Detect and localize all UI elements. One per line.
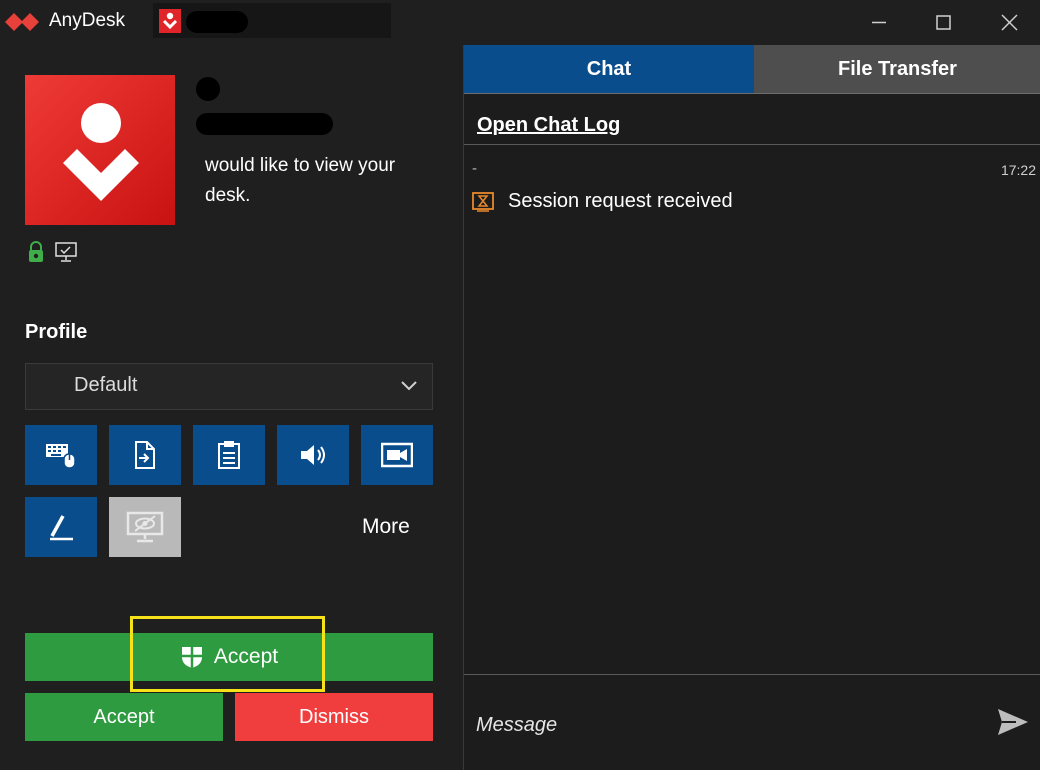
send-icon[interactable] xyxy=(996,705,1030,739)
file-transfer-icon xyxy=(135,441,155,469)
session-name-redacted xyxy=(186,11,248,33)
close-button[interactable] xyxy=(986,0,1032,45)
minimize-button[interactable] xyxy=(856,0,902,45)
anydesk-window: AnyDesk would like to view your desk. Pr… xyxy=(0,0,1040,770)
profile-label: Profile xyxy=(25,321,88,343)
profile-selected-value: Default xyxy=(74,374,138,396)
highlight-annotation xyxy=(130,616,325,692)
permission-record-button[interactable] xyxy=(361,425,433,485)
dismiss-button[interactable]: Dismiss xyxy=(235,693,433,741)
permission-audio-button[interactable] xyxy=(277,425,349,485)
tab-file-transfer[interactable]: File Transfer xyxy=(754,45,1040,93)
record-icon xyxy=(381,442,413,468)
message-text: Session request received xyxy=(508,190,733,212)
user-name-redacted xyxy=(196,77,220,101)
avatar xyxy=(25,75,175,225)
permission-keyboard-mouse-button[interactable] xyxy=(25,425,97,485)
chat-panel: Chat File Transfer Open Chat Log - 17:22… xyxy=(463,45,1040,770)
profile-dropdown[interactable]: Default xyxy=(25,363,433,410)
monitor-icon xyxy=(55,242,77,262)
more-permissions-button[interactable]: More xyxy=(362,515,410,539)
anydesk-logo-icon xyxy=(5,13,39,31)
compose-divider xyxy=(464,674,1040,675)
close-icon xyxy=(1001,14,1018,31)
request-message: would like to view your desk. xyxy=(205,155,396,206)
keyboard-mouse-icon xyxy=(46,444,76,469)
accept-button[interactable]: Accept xyxy=(25,693,223,741)
tab-chat[interactable]: Chat xyxy=(464,45,754,93)
app-title: AnyDesk xyxy=(49,10,126,31)
permission-clipboard-button[interactable] xyxy=(193,425,265,485)
title-bar: AnyDesk xyxy=(0,0,1040,45)
message-timestamp: 17:22 xyxy=(1000,162,1036,178)
message-input[interactable] xyxy=(476,705,976,745)
message-sender: - xyxy=(472,161,478,177)
anydesk-user-icon xyxy=(63,103,139,201)
maximize-button[interactable] xyxy=(920,0,966,45)
clipboard-icon xyxy=(218,441,240,469)
session-tab[interactable] xyxy=(153,3,391,38)
session-avatar-icon xyxy=(159,9,181,33)
lock-icon xyxy=(29,241,43,262)
hourglass-icon xyxy=(472,192,494,212)
chat-log-divider xyxy=(464,144,1040,145)
chevron-down-icon xyxy=(401,381,417,391)
open-chat-log-link[interactable]: Open Chat Log xyxy=(477,114,620,137)
permission-draw-button[interactable] xyxy=(25,497,97,557)
minimize-icon xyxy=(872,21,886,24)
draw-icon xyxy=(50,515,73,541)
user-id-redacted xyxy=(196,113,333,135)
permission-privacy-mode-button[interactable] xyxy=(109,497,181,557)
permission-file-transfer-button[interactable] xyxy=(109,425,181,485)
tab-divider xyxy=(464,93,1040,94)
audio-icon xyxy=(301,445,325,465)
maximize-icon xyxy=(936,15,951,30)
privacy-mode-icon xyxy=(126,511,164,543)
request-panel: would like to view your desk. Profile De… xyxy=(0,45,463,770)
